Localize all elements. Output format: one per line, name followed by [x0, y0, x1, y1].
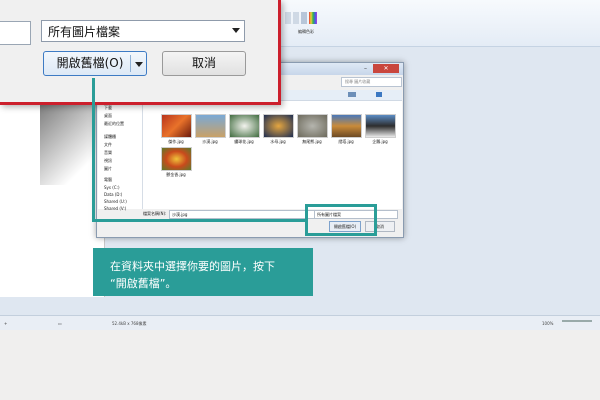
thumbnail-label: 沙漠.jpg	[202, 139, 218, 144]
tree-item[interactable]: 視訊	[104, 158, 112, 164]
color-swatch[interactable]	[293, 12, 299, 24]
open-button-label: 開啟舊檔(O)	[56, 56, 124, 70]
status-add-icon: +	[4, 321, 8, 326]
edit-colors-label: 編輯色彩	[298, 29, 314, 34]
thumbnail-image[interactable]	[297, 114, 328, 138]
zoom-slider[interactable]	[562, 320, 592, 322]
open-button-zoomed[interactable]: 開啟舊檔(O)	[43, 51, 147, 76]
callout-text: 在資料夾中選擇你要的圖片，按下	[110, 260, 275, 273]
thumbnail-image[interactable]	[161, 114, 192, 138]
nav-tree: 下載 桌面 最近的位置 媒體櫃 文件 音樂 視訊 圖片 電腦 Sys (C:) …	[98, 101, 143, 211]
cancel-button-zoomed[interactable]: 取消	[162, 51, 246, 76]
filetype-select-zoomed[interactable]: 所有圖片檔案	[41, 20, 245, 42]
chevron-down-icon[interactable]	[135, 62, 143, 67]
file-list: 傑作.jpg 沙漠.jpg 繡球花.jpg 水母.jpg 無尾熊.jpg 燈塔.…	[143, 101, 402, 209]
close-button[interactable]: ✕	[373, 64, 399, 73]
thumbnail-label: 水母.jpg	[270, 139, 286, 144]
thumbnail-image[interactable]	[331, 114, 362, 138]
tree-item[interactable]: 下載	[104, 105, 112, 111]
status-bar: + ▭ 52.4kB x 768像素 100%	[0, 315, 600, 331]
status-size: 52.4kB x 768像素	[112, 321, 147, 326]
thumbnail-label: 鬱金香.jpg	[166, 172, 186, 177]
thumbnail-image[interactable]	[263, 114, 294, 138]
tree-item[interactable]: Shared (V:)	[104, 206, 126, 211]
ribbon	[270, 0, 600, 47]
tree-item[interactable]: Shared (U:)	[104, 199, 127, 204]
status-zoom: 100%	[542, 321, 554, 326]
split-divider	[130, 55, 131, 72]
thumbnail-image[interactable]	[161, 147, 192, 171]
help-icon[interactable]	[376, 92, 382, 97]
view-icon[interactable]	[348, 92, 356, 97]
thumbnail-image[interactable]	[229, 114, 260, 138]
callout-text: “開啟舊檔”。	[110, 277, 177, 290]
chevron-down-icon	[232, 28, 240, 33]
zoom-inset: 所有圖片檔案 開啟舊檔(O) 取消	[0, 0, 281, 105]
blank-area	[0, 330, 600, 400]
tree-item[interactable]: 桌面	[104, 113, 112, 119]
filename-input[interactable]: 沙漠.jpg	[169, 210, 323, 219]
tree-item[interactable]: 媒體櫃	[104, 134, 116, 140]
color-swatch[interactable]	[301, 12, 307, 24]
minimize-button[interactable]: –	[359, 64, 372, 73]
tree-item[interactable]: 電腦	[104, 177, 112, 183]
tree-item[interactable]: 文件	[104, 142, 112, 148]
thumbnail-label: 無尾熊.jpg	[302, 139, 322, 144]
highlight-box	[305, 204, 377, 236]
tree-item[interactable]: Data (D:)	[104, 192, 122, 197]
thumbnail-label: 燈塔.jpg	[338, 139, 354, 144]
instruction-callout: 在資料夾中選擇你要的圖片，按下 “開啟舊檔”。	[93, 248, 313, 296]
thumbnail-image[interactable]	[365, 114, 396, 138]
tree-item[interactable]: Sys (C:)	[104, 185, 120, 190]
search-input[interactable]: 搜尋 圖片收藏	[341, 77, 402, 87]
connector-line	[92, 78, 95, 220]
thumbnail-label: 繡球花.jpg	[234, 139, 254, 144]
thumbnail-image[interactable]	[195, 114, 226, 138]
filename-input-zoomed[interactable]	[0, 21, 31, 45]
status-select-icon: ▭	[58, 321, 62, 326]
thumbnail-label: 企鵝.jpg	[372, 139, 388, 144]
tree-item[interactable]: 最近的位置	[104, 121, 124, 127]
edit-colors-icon[interactable]	[309, 12, 317, 24]
connector-line	[92, 219, 307, 222]
color-swatch[interactable]	[285, 12, 291, 24]
tree-item[interactable]: 圖片	[104, 166, 112, 172]
tree-item[interactable]: 音樂	[104, 150, 112, 156]
thumbnail-label: 傑作.jpg	[168, 139, 184, 144]
